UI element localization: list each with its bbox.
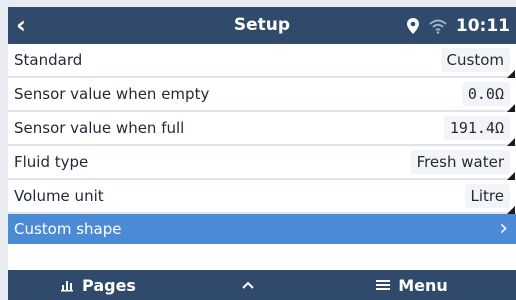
menu-button[interactable]: Menu (308, 270, 516, 300)
setting-row-sensor-full[interactable]: Sensor value when full 191.4Ω (8, 112, 516, 146)
location-pin-icon (406, 17, 419, 34)
header-bar: ‹ Setup 10:11 (8, 7, 516, 44)
setting-value[interactable]: Custom (440, 48, 516, 78)
chart-icon (61, 281, 74, 292)
setting-value[interactable]: 191.4Ω (443, 116, 516, 146)
pages-label: Pages (82, 275, 136, 295)
setting-label: Custom shape (14, 220, 122, 238)
setting-value[interactable]: Litre (464, 184, 516, 214)
setting-row-custom-shape[interactable]: Custom shape › (8, 214, 516, 244)
chevron-right-icon: › (499, 216, 508, 241)
device-screen: ‹ Setup 10:11 Standard Custom Sensor val… (8, 7, 516, 300)
setting-value[interactable]: 0.0Ω (461, 82, 516, 112)
setting-label: Fluid type (14, 153, 89, 171)
wifi-icon (429, 19, 447, 34)
setting-label: Volume unit (14, 187, 104, 205)
clock-time: 10:11 (455, 15, 510, 36)
pages-button[interactable]: Pages (8, 270, 188, 300)
scroll-up-button[interactable] (188, 270, 308, 300)
setting-label: Standard (14, 51, 83, 69)
setting-row-standard[interactable]: Standard Custom (8, 44, 516, 78)
setting-row-fluid-type[interactable]: Fluid type Fresh water (8, 146, 516, 180)
status-area: 10:11 (406, 7, 510, 44)
footer-bar: Pages Menu (8, 270, 516, 300)
setting-label: Sensor value when full (14, 119, 185, 137)
settings-list: Standard Custom Sensor value when empty … (8, 44, 516, 244)
setting-row-sensor-empty[interactable]: Sensor value when empty 0.0Ω (8, 78, 516, 112)
setting-value[interactable]: Fresh water (410, 150, 516, 180)
menu-label: Menu (398, 275, 448, 295)
chevron-up-icon (242, 281, 254, 289)
setting-row-volume-unit[interactable]: Volume unit Litre (8, 180, 516, 214)
setting-label: Sensor value when empty (14, 85, 210, 103)
hamburger-icon (376, 280, 391, 290)
